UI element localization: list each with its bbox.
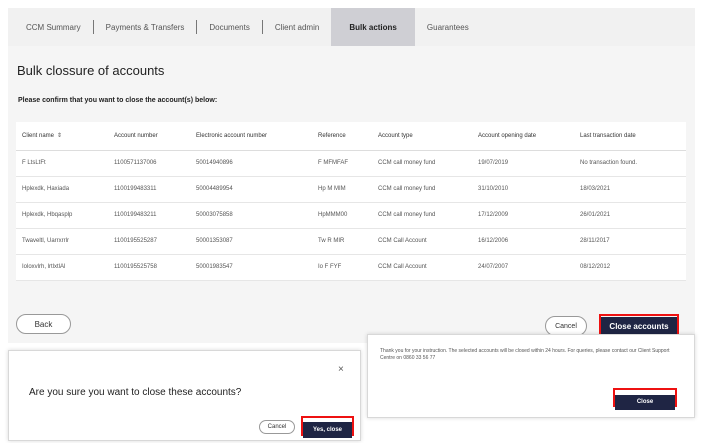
- accounts-table: Client name ⇕ Account number Electronic a…: [16, 122, 686, 281]
- tab-payments-transfers[interactable]: Payments & Transfers: [94, 8, 197, 46]
- table-header-row: Client name ⇕ Account number Electronic a…: [16, 122, 686, 151]
- tab-documents[interactable]: Documents: [197, 8, 261, 46]
- dialog-cancel-button[interactable]: Cancel: [259, 420, 295, 434]
- cell-client-name: Twaveltl, Uarrxrrlr: [16, 228, 108, 255]
- cell-reference: HpMMM00: [312, 202, 372, 229]
- column-header-label: Client name: [22, 133, 55, 140]
- yes-close-highlight: Yes, close: [301, 416, 354, 438]
- cell-account-number: 1100199483311: [108, 176, 190, 203]
- column-header-electronic-account-number: Electronic account number: [190, 122, 312, 151]
- sort-icon[interactable]: ⇕: [57, 132, 62, 139]
- cell-opening-date: 17/12/2009: [472, 202, 574, 229]
- confirm-close-dialog: × Are you sure you want to close these a…: [8, 350, 361, 441]
- column-header-reference: Reference: [312, 122, 372, 151]
- column-header-last-transaction-date: Last transaction date: [574, 122, 686, 151]
- cell-account-type: CCM call money fund: [372, 176, 472, 203]
- yes-close-button[interactable]: Yes, close: [303, 422, 352, 438]
- table-row: Hplexdk, Hbqasplp 1100199483211 50003075…: [16, 202, 686, 229]
- table-row: Hplexdk, Haxiada 1100199483311 500044899…: [16, 176, 686, 203]
- column-header-account-number: Account number: [108, 122, 190, 151]
- column-header-account-type: Account type: [372, 122, 472, 151]
- close-highlight: Close: [613, 388, 677, 410]
- cell-opening-date: 19/07/2019: [472, 150, 574, 177]
- cell-client-name: Hplexdk, Haxiada: [16, 176, 108, 203]
- cell-electronic-account-number: 50001983547: [190, 254, 312, 281]
- cancel-button[interactable]: Cancel: [545, 316, 587, 336]
- cell-opening-date: 16/12/2006: [472, 228, 574, 255]
- cell-account-number: 1100571137006: [108, 150, 190, 177]
- cell-account-number: 1100195525287: [108, 228, 190, 255]
- tab-bar: CCM Summary Payments & Transfers Documen…: [8, 8, 695, 46]
- back-button[interactable]: Back: [16, 314, 71, 334]
- cell-last-transaction-date: 08/12/2012: [574, 254, 686, 281]
- tab-client-admin[interactable]: Client admin: [263, 8, 331, 46]
- cell-account-type: CCM Call Account: [372, 228, 472, 255]
- tab-ccm-summary[interactable]: CCM Summary: [14, 8, 93, 46]
- table-row: Twaveltl, Uarrxrrlr 1100195525287 500013…: [16, 228, 686, 255]
- cell-electronic-account-number: 50003075858: [190, 202, 312, 229]
- table-row: Ioloxvlrh, lrtlxtlAl 1100195525758 50001…: [16, 254, 686, 281]
- cell-last-transaction-date: 28/11/2017: [574, 228, 686, 255]
- success-panel: Thank you for your instruction. The sele…: [367, 334, 695, 418]
- column-header-client-name[interactable]: Client name ⇕: [16, 122, 108, 151]
- cell-last-transaction-date: No transaction found.: [574, 150, 686, 177]
- cell-last-transaction-date: 26/01/2021: [574, 202, 686, 229]
- cell-electronic-account-number: 50001353087: [190, 228, 312, 255]
- cell-account-number: 1100195525758: [108, 254, 190, 281]
- cell-last-transaction-date: 18/03/2021: [574, 176, 686, 203]
- success-message: Thank you for your instruction. The sele…: [380, 348, 670, 361]
- cell-client-name: F LtsLtFt: [16, 150, 108, 177]
- tab-bulk-actions[interactable]: Bulk actions: [331, 8, 415, 46]
- success-close-button[interactable]: Close: [615, 394, 675, 410]
- cell-account-type: CCM Call Account: [372, 254, 472, 281]
- cell-reference: Hp M MIM: [312, 176, 372, 203]
- close-icon[interactable]: ×: [338, 364, 344, 375]
- cell-reference: F MFMFAF: [312, 150, 372, 177]
- cell-account-type: CCM call money fund: [372, 150, 472, 177]
- bulk-closure-panel: Bulk clossure of accounts Please confirm…: [8, 46, 695, 343]
- cell-electronic-account-number: 50004489954: [190, 176, 312, 203]
- cell-reference: Tw R MIR: [312, 228, 372, 255]
- column-header-opening-date: Account opening date: [472, 122, 574, 151]
- cell-client-name: Ioloxvlrh, lrtlxtlAl: [16, 254, 108, 281]
- cell-client-name: Hplexdk, Hbqasplp: [16, 202, 108, 229]
- dialog-question: Are you sure you want to close these acc…: [29, 387, 242, 398]
- instruction-text: Please confirm that you want to close th…: [18, 97, 218, 104]
- cell-account-type: CCM call money fund: [372, 202, 472, 229]
- page-title: Bulk clossure of accounts: [17, 63, 165, 78]
- cell-opening-date: 24/07/2007: [472, 254, 574, 281]
- cell-account-number: 1100199483211: [108, 202, 190, 229]
- cell-opening-date: 31/10/2010: [472, 176, 574, 203]
- cell-reference: Io F FYF: [312, 254, 372, 281]
- table-row: F LtsLtFt 1100571137006 50014940896 F MF…: [16, 150, 686, 177]
- cell-electronic-account-number: 50014940896: [190, 150, 312, 177]
- tab-guarantees[interactable]: Guarantees: [415, 8, 481, 46]
